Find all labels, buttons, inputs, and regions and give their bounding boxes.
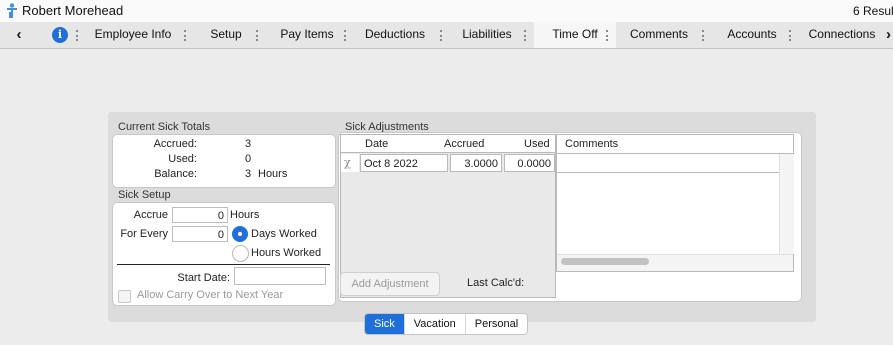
results-count: 6 Result bbox=[852, 4, 893, 18]
column-accrued: Accrued bbox=[444, 138, 485, 150]
prev-tab-button[interactable]: ‹ bbox=[12, 22, 26, 48]
comments-row[interactable] bbox=[557, 154, 779, 173]
sick-setup-title: Sick Setup bbox=[118, 189, 171, 201]
tab-liabilities[interactable]: Liabilities bbox=[459, 22, 515, 48]
carry-over-label: Allow Carry Over to Next Year bbox=[137, 289, 284, 301]
row-accrued[interactable]: 3.0000 bbox=[450, 154, 502, 172]
tab-separator bbox=[344, 30, 347, 41]
accrue-unit: Hours bbox=[230, 209, 260, 221]
tab-comments[interactable]: Comments bbox=[628, 22, 690, 48]
column-date: Date bbox=[365, 138, 389, 150]
info-icon[interactable]: i bbox=[52, 27, 68, 43]
vertical-scrollbar[interactable] bbox=[779, 154, 794, 254]
employee-name: Robert Morehead bbox=[22, 3, 124, 18]
current-totals-title: Current Sick Totals bbox=[118, 121, 211, 133]
used-value: 0 bbox=[245, 153, 252, 165]
accrue-label: Accrue bbox=[133, 209, 168, 221]
tab-accounts[interactable]: Accounts bbox=[724, 22, 780, 48]
divider bbox=[117, 264, 330, 265]
tab-connections[interactable]: Connections bbox=[806, 22, 878, 48]
tab-bar: ‹ i Employee Info Setup Pay Items Deduct… bbox=[0, 22, 893, 49]
tab-separator bbox=[76, 30, 79, 41]
row-used[interactable]: 0.0000 bbox=[504, 154, 555, 172]
days-worked-radio[interactable] bbox=[232, 226, 248, 242]
tab-separator bbox=[440, 30, 443, 41]
tab-setup[interactable]: Setup bbox=[205, 22, 247, 48]
for-every-label: For Every bbox=[120, 228, 168, 240]
tab-time-off[interactable]: Time Off bbox=[534, 22, 616, 48]
balance-unit: Hours bbox=[258, 168, 288, 180]
add-adjustment-button[interactable]: Add Adjustment bbox=[340, 272, 440, 296]
tab-pay-items[interactable]: Pay Items bbox=[278, 22, 336, 48]
tab-deductions[interactable]: Deductions bbox=[364, 22, 426, 48]
accrue-field[interactable]: 0 bbox=[172, 207, 228, 223]
tab-separator bbox=[606, 30, 609, 41]
tab-separator bbox=[184, 30, 187, 41]
next-tab-button[interactable]: › bbox=[884, 22, 893, 48]
column-used: Used bbox=[524, 138, 550, 150]
tab-separator bbox=[256, 30, 259, 41]
sick-segment[interactable]: Sick bbox=[365, 314, 404, 334]
tab-employee-info[interactable]: Employee Info bbox=[92, 22, 174, 48]
balance-label: Balance: bbox=[154, 168, 197, 180]
tab-separator bbox=[524, 30, 527, 41]
hours-worked-radio[interactable] bbox=[232, 245, 249, 262]
person-icon bbox=[7, 3, 17, 18]
hours-worked-label: Hours Worked bbox=[251, 247, 322, 259]
accrued-label: Accrued: bbox=[153, 138, 197, 150]
vacation-segment[interactable]: Vacation bbox=[403, 314, 465, 334]
used-label: Used: bbox=[168, 153, 197, 165]
comments-pane[interactable]: Comments bbox=[556, 134, 794, 272]
start-date-label: Start Date: bbox=[177, 272, 230, 284]
accrued-value: 3 bbox=[245, 138, 252, 150]
for-every-field[interactable]: 0 bbox=[172, 226, 228, 242]
row-marker[interactable]: χ bbox=[341, 154, 359, 172]
start-date-field[interactable] bbox=[234, 267, 326, 285]
personal-segment[interactable]: Personal bbox=[464, 314, 527, 334]
days-worked-label: Days Worked bbox=[251, 228, 317, 240]
column-comments: Comments bbox=[565, 138, 619, 150]
leave-type-selector: Sick Vacation Personal bbox=[364, 313, 529, 335]
tab-separator bbox=[702, 30, 705, 41]
scrollbar-thumb[interactable] bbox=[561, 258, 649, 265]
last-calcd-label: Last Calc'd: bbox=[467, 277, 525, 289]
balance-value: 3 bbox=[245, 168, 252, 180]
carry-over-checkbox[interactable] bbox=[118, 290, 131, 303]
row-date[interactable]: Oct 8 2022 bbox=[360, 154, 448, 172]
title-bar: Robert Morehead 6 Result bbox=[0, 0, 893, 23]
tab-separator bbox=[789, 30, 792, 41]
